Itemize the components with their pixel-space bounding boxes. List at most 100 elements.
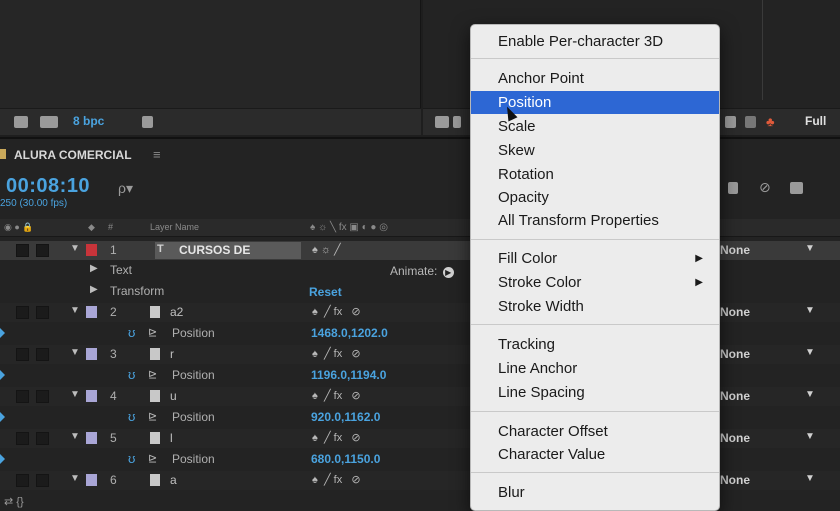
expand-triangle-icon[interactable]: ▼ bbox=[70, 305, 80, 316]
stopwatch-icon[interactable]: ʊ bbox=[128, 451, 135, 466]
label-color-swatch[interactable] bbox=[86, 306, 97, 318]
channel-icon[interactable] bbox=[745, 116, 756, 128]
label-color-swatch[interactable] bbox=[86, 474, 97, 486]
layer-switches-icons[interactable]: ♠ ╱ fx ⊘ bbox=[312, 431, 361, 444]
menu-item-anchor-point[interactable]: Anchor Point bbox=[471, 67, 719, 90]
bit-depth-button[interactable]: 8 bpc bbox=[73, 114, 104, 128]
toggle-switches-icon[interactable]: ⇄ {} bbox=[4, 496, 24, 508]
menu-item-line-anchor[interactable]: Line Anchor bbox=[471, 357, 719, 380]
layer-switches-icons[interactable]: ♠ ╱ fx ⊘ bbox=[312, 389, 361, 402]
layer-name[interactable]: u bbox=[170, 389, 177, 403]
menu-item-stroke-color[interactable]: Stroke Color ▶ bbox=[471, 271, 719, 294]
layer-name[interactable]: a bbox=[170, 473, 177, 487]
search-icon[interactable]: ρ▾ bbox=[118, 180, 133, 197]
menu-item-opacity[interactable]: Opacity bbox=[471, 186, 719, 209]
graph-icon[interactable]: ⊵ bbox=[148, 452, 157, 465]
snapshot-icon[interactable] bbox=[435, 116, 449, 128]
video-toggle[interactable] bbox=[16, 348, 29, 361]
stopwatch-icon[interactable]: ʊ bbox=[128, 367, 135, 382]
parent-dropdown[interactable]: None bbox=[720, 243, 750, 257]
keyframe-nav-icon[interactable] bbox=[0, 328, 5, 338]
menu-item-skew[interactable]: Skew bbox=[471, 139, 719, 162]
solo-toggle[interactable] bbox=[36, 432, 49, 445]
keyframe-nav-icon[interactable] bbox=[0, 454, 5, 464]
animate-menu[interactable]: Animate: ▶ bbox=[390, 264, 454, 278]
video-toggle[interactable] bbox=[16, 474, 29, 487]
stopwatch-icon[interactable]: ʊ bbox=[128, 325, 135, 340]
layer-switches-icons[interactable]: ♠ ╱ fx ⊘ bbox=[312, 473, 361, 486]
graph-icon[interactable]: ⊵ bbox=[148, 326, 157, 339]
stopwatch-icon[interactable]: ʊ bbox=[128, 409, 135, 424]
parent-dropdown[interactable]: None bbox=[720, 305, 750, 319]
menu-item-stroke-width[interactable]: Stroke Width bbox=[471, 295, 719, 318]
menu-item-character-value[interactable]: Character Value bbox=[471, 443, 719, 466]
expand-triangle-icon[interactable]: ▼ bbox=[70, 347, 80, 358]
layer-name[interactable]: l bbox=[170, 431, 173, 445]
reset-button[interactable]: Reset bbox=[309, 285, 342, 299]
motion-blur-icon[interactable]: ⊘ bbox=[759, 179, 771, 196]
solo-toggle[interactable] bbox=[36, 390, 49, 403]
property-value[interactable]: 680.0,1150.0 bbox=[311, 452, 380, 466]
chevron-down-icon[interactable]: ▼ bbox=[805, 347, 815, 358]
property-value[interactable]: 1468.0,1202.0 bbox=[311, 326, 388, 340]
label-color-swatch[interactable] bbox=[86, 432, 97, 444]
layer-name-header[interactable]: Layer Name bbox=[150, 222, 199, 232]
layer-switches-icons[interactable]: ♠ ╱ fx ⊘ bbox=[312, 347, 361, 360]
resolution-dropdown[interactable]: Full bbox=[805, 114, 826, 128]
parent-dropdown[interactable]: None bbox=[720, 431, 750, 445]
label-color-swatch[interactable] bbox=[86, 390, 97, 402]
panel-menu-icon[interactable]: ≡ bbox=[153, 147, 161, 162]
video-toggle[interactable] bbox=[16, 432, 29, 445]
expand-triangle-icon[interactable]: ▼ bbox=[70, 473, 80, 484]
menu-item-blur[interactable]: Blur bbox=[471, 481, 719, 504]
chevron-down-icon[interactable]: ▼ bbox=[805, 473, 815, 484]
solo-toggle[interactable] bbox=[36, 474, 49, 487]
shy-switch-icon[interactable]: ♠ ☼ ╱ bbox=[312, 243, 341, 256]
expand-triangle-icon[interactable]: ▼ bbox=[70, 431, 80, 442]
animate-arrow-icon[interactable]: ▶ bbox=[442, 267, 454, 278]
color-channels-icon[interactable]: ♣ bbox=[766, 114, 775, 129]
video-toggle[interactable] bbox=[16, 306, 29, 319]
comp-tab-title[interactable]: ALURA COMERCIAL bbox=[14, 148, 132, 162]
menu-item-enable-per-character-3d[interactable]: Enable Per-character 3D bbox=[471, 30, 719, 53]
layer-name-field[interactable]: T CURSOS DE bbox=[155, 242, 301, 259]
layer-name[interactable]: a2 bbox=[170, 305, 183, 319]
keyframe-nav-icon[interactable] bbox=[0, 370, 5, 380]
property-value[interactable]: 1196.0,1194.0 bbox=[311, 368, 386, 382]
graph-editor-icon[interactable] bbox=[790, 182, 803, 194]
menu-item-character-offset[interactable]: Character Offset bbox=[471, 420, 719, 443]
solo-toggle[interactable] bbox=[36, 348, 49, 361]
menu-item-rotation[interactable]: Rotation bbox=[471, 163, 719, 186]
video-toggle[interactable] bbox=[16, 390, 29, 403]
graph-icon[interactable]: ⊵ bbox=[148, 410, 157, 423]
camera-icon[interactable] bbox=[725, 116, 736, 128]
layer-switches-icons[interactable]: ♠ ╱ fx ⊘ bbox=[312, 305, 361, 318]
chevron-down-icon[interactable]: ▼ bbox=[805, 431, 815, 442]
current-time-display[interactable]: 00:08:10 bbox=[6, 175, 90, 198]
expand-triangle-icon[interactable]: ▼ bbox=[70, 389, 80, 400]
menu-item-line-spacing[interactable]: Line Spacing bbox=[471, 381, 719, 404]
trash-icon[interactable] bbox=[142, 116, 153, 128]
graph-icon[interactable]: ⊵ bbox=[148, 368, 157, 381]
folder-icon[interactable] bbox=[14, 116, 28, 128]
parent-dropdown[interactable]: None bbox=[720, 473, 750, 487]
collapse-triangle-icon[interactable]: ▶ bbox=[90, 284, 98, 295]
property-value[interactable]: 920.0,1162.0 bbox=[311, 410, 380, 424]
parent-dropdown[interactable]: None bbox=[720, 347, 750, 361]
parent-dropdown[interactable]: None bbox=[720, 389, 750, 403]
chevron-down-icon[interactable]: ▼ bbox=[805, 243, 815, 254]
chevron-down-icon[interactable]: ▼ bbox=[805, 305, 815, 316]
chevron-down-icon[interactable]: ▼ bbox=[805, 389, 815, 400]
layer-name[interactable]: r bbox=[170, 347, 174, 361]
solo-toggle[interactable] bbox=[36, 244, 49, 257]
menu-item-fill-color[interactable]: Fill Color ▶ bbox=[471, 247, 719, 270]
collapse-triangle-icon[interactable]: ▶ bbox=[90, 263, 98, 274]
video-toggle[interactable] bbox=[16, 244, 29, 257]
keyframe-nav-icon[interactable] bbox=[0, 412, 5, 422]
label-color-swatch[interactable] bbox=[86, 244, 97, 256]
region-icon[interactable] bbox=[453, 116, 461, 128]
menu-item-tracking[interactable]: Tracking bbox=[471, 333, 719, 356]
new-composition-icon[interactable] bbox=[40, 116, 58, 128]
solo-toggle[interactable] bbox=[36, 306, 49, 319]
frame-blend-icon[interactable] bbox=[728, 182, 738, 194]
